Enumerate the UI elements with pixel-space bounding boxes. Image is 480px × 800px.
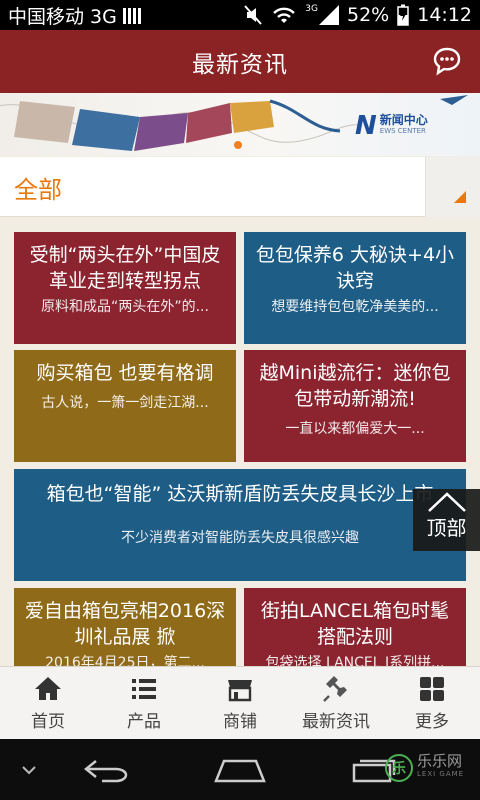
- status-bar: 中国移动 3G 3G 52% 14:12: [0, 0, 480, 30]
- news-banner[interactable]: N 新闻中心 EWS CENTER: [0, 93, 480, 156]
- tab-shops[interactable]: 商铺: [192, 667, 288, 739]
- mute-icon: [244, 5, 263, 25]
- news-center-logo: N 新闻中心 EWS CENTER: [355, 111, 428, 141]
- article-summary: 原料和成品“两头在外”的...: [41, 299, 209, 315]
- watermark-leaf-icon: 乐: [385, 754, 413, 782]
- article-list[interactable]: 受制“两头在外”中国皮革业走到转型拐点 原料和成品“两头在外”的... 包包保养…: [0, 218, 480, 666]
- tab-label: 商铺: [223, 712, 257, 732]
- shop-icon: [228, 680, 252, 702]
- article-summary: 2016年4月25日，第二...: [45, 655, 205, 666]
- article-title: 越Mini越流行：迷你包包带动新潮流!: [259, 362, 451, 410]
- watermark-logo: 乐 乐乐网 LEXI GAME: [385, 754, 464, 782]
- article-summary: 不少消费者对智能防丢失皮具很感兴趣: [121, 530, 359, 546]
- tab-home[interactable]: 首页: [0, 667, 96, 739]
- article-card[interactable]: 受制“两头在外”中国皮革业走到转型拐点 原料和成品“两头在外”的...: [14, 232, 236, 344]
- article-summary: 古人说，一箫一剑走江湖...: [41, 395, 209, 411]
- article-title: 受制“两头在外”中国皮革业走到转型拐点: [29, 244, 221, 292]
- carrier-text: 中国移动 3G: [8, 5, 117, 28]
- dropdown-arrow-icon: [454, 191, 466, 203]
- article-card[interactable]: 街拍LANCEL箱包时髦搭配法则 包袋选择 LANCEL I系列拼...: [244, 588, 466, 666]
- tab-label: 首页: [31, 712, 65, 732]
- tab-products[interactable]: 产品: [96, 667, 192, 739]
- tab-news[interactable]: 最新资讯: [288, 667, 384, 739]
- article-summary: 一直以来都偏爱大一...: [285, 421, 425, 437]
- back-to-top-label: 顶部: [426, 516, 467, 540]
- grid-icon: [420, 677, 444, 701]
- cell-signal-icon: [319, 5, 339, 25]
- article-card[interactable]: 包包保养6 大秘诀+4小诀窍 想要维持包包乾净美美的...: [244, 232, 466, 344]
- watermark-cn: 乐乐网: [417, 752, 463, 770]
- article-card-wide[interactable]: 箱包也“智能” 达沃斯新盾防丢失皮具长沙上市 不少消费者对智能防丢失皮具很感兴趣: [14, 469, 466, 581]
- network-type-badge: 3G: [305, 4, 318, 14]
- battery-charging-icon: [397, 4, 409, 26]
- article-card[interactable]: 爱自由箱包亮相2016深圳礼品展 掀 2016年4月25日，第二...: [14, 588, 236, 666]
- news-pin-icon: [323, 676, 347, 702]
- home-icon: [35, 677, 61, 700]
- article-title: 包包保养6 大秘诀+4小诀窍: [255, 244, 455, 292]
- back-nav-icon[interactable]: [82, 755, 134, 785]
- category-dropdown-button[interactable]: [425, 157, 480, 217]
- tab-label: 更多: [415, 712, 449, 732]
- wifi-icon: [273, 7, 296, 23]
- chevron-up-icon: [427, 492, 466, 512]
- bottom-tab-bar: 首页 产品 商铺 最新资讯 更多: [0, 666, 480, 739]
- article-card[interactable]: 越Mini越流行：迷你包包带动新潮流! 一直以来都偏爱大一...: [244, 350, 466, 462]
- sim-signal-icon: [122, 6, 141, 24]
- chat-bubble-icon[interactable]: [432, 46, 462, 76]
- page-title: 最新资讯: [192, 51, 288, 78]
- clock: 14:12: [417, 4, 472, 26]
- category-filter[interactable]: 全部: [0, 157, 480, 217]
- article-card[interactable]: 购买箱包 也要有格调 古人说，一箫一剑走江湖...: [14, 350, 236, 462]
- tab-label: 最新资讯: [302, 712, 370, 732]
- category-selected-label: 全部: [14, 176, 62, 204]
- article-summary: 想要维持包包乾净美美的...: [271, 299, 439, 315]
- back-to-top-button[interactable]: 顶部: [413, 489, 480, 551]
- article-summary: 包袋选择 LANCEL I系列拼...: [265, 655, 445, 666]
- list-icon: [132, 679, 156, 699]
- hide-keyboard-chevron-icon[interactable]: [14, 755, 44, 785]
- watermark-en: LEXI GAME: [417, 770, 465, 778]
- app-header: 最新资讯: [0, 30, 480, 93]
- home-nav-icon[interactable]: [212, 755, 268, 785]
- tab-label: 产品: [127, 712, 161, 732]
- article-title: 爱自由箱包亮相2016深圳礼品展 掀: [24, 600, 226, 648]
- article-title: 购买箱包 也要有格调: [36, 362, 214, 384]
- article-title: 箱包也“智能” 达沃斯新盾防丢失皮具长沙上市: [46, 483, 434, 505]
- tab-more[interactable]: 更多: [384, 667, 480, 739]
- battery-percent: 52%: [347, 4, 390, 26]
- article-title: 街拍LANCEL箱包时髦搭配法则: [260, 600, 450, 648]
